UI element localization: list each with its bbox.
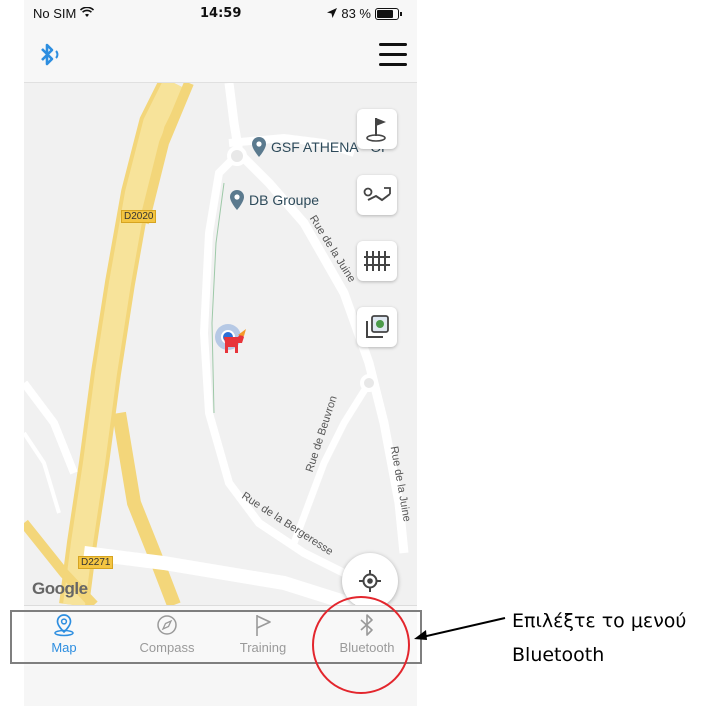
- status-left: No SIM: [33, 6, 95, 21]
- route-icon[interactable]: [357, 175, 397, 215]
- map-pin-icon: [230, 190, 244, 210]
- battery-percent: 83 %: [341, 6, 371, 21]
- poi-label: DB Groupe: [249, 192, 320, 208]
- instruction-line-2: Bluetooth: [512, 644, 605, 666]
- fence-icon[interactable]: [357, 241, 397, 281]
- instruction-text: Επιλέξτε το μενού Bluetooth: [512, 604, 686, 672]
- bluetooth-highlight-circle: [312, 596, 410, 694]
- location-arrow-icon: [327, 6, 338, 21]
- bluetooth-connection-icon[interactable]: [36, 42, 66, 73]
- clock: 14:59: [200, 6, 242, 21]
- flag-pin-icon[interactable]: [357, 109, 397, 149]
- battery-icon: [375, 7, 402, 20]
- map-pin-icon: [252, 137, 266, 157]
- battery-fill: [377, 9, 393, 18]
- status-right: 83 %: [327, 6, 402, 21]
- hamburger-menu-icon[interactable]: [379, 43, 407, 67]
- app-header: [24, 30, 417, 83]
- instruction-line-1: Επιλέξτε το μενού: [512, 610, 687, 632]
- status-bar: No SIM 14:59 83 %: [24, 0, 417, 30]
- road-shield-d2020: D2020: [121, 210, 157, 223]
- map-view[interactable]: D2020 D2271 Rue de la Juine Rue de Beuvr…: [24, 83, 417, 605]
- callout-arrow-icon: [414, 617, 506, 640]
- map-layers-icon[interactable]: [357, 307, 397, 347]
- crosshair-icon: [359, 570, 381, 592]
- dog-location-marker[interactable]: [214, 323, 250, 368]
- poi-db-groupe[interactable]: DB Groupe: [230, 190, 319, 210]
- wifi-icon: [80, 6, 95, 21]
- google-attribution: Google: [32, 579, 88, 598]
- carrier-text: No SIM: [33, 6, 77, 21]
- road-shield-d2271: D2271: [78, 556, 114, 569]
